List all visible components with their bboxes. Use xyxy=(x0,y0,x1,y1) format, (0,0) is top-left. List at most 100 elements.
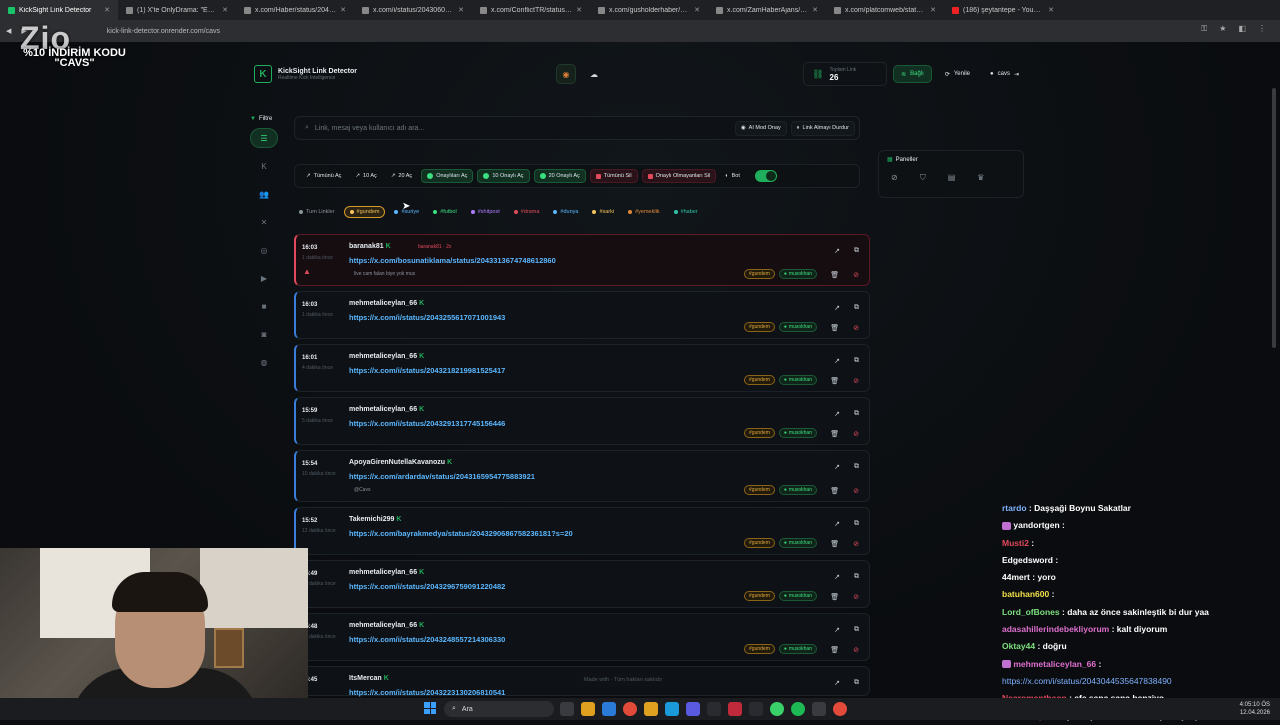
refresh-button[interactable]: ⟳ Yenile xyxy=(938,65,977,83)
edge-icon[interactable] xyxy=(602,702,616,716)
ban-icon[interactable]: ⊘ xyxy=(853,377,859,385)
card-username[interactable]: Takemichi299 K xyxy=(349,516,401,523)
open-20-button[interactable]: ↗ 20 Aç xyxy=(386,169,417,183)
browser-tab[interactable]: x.com/Haber/status/2043222... ✕ xyxy=(236,0,354,20)
card-username[interactable]: mehmetaliceylan_66 K xyxy=(349,406,424,413)
tag-filter[interactable]: Tum Linkler xyxy=(294,206,340,218)
chat-username[interactable]: Musti2 xyxy=(1002,538,1029,548)
card-link[interactable]: https://x.com/i/status/20432967590912204… xyxy=(349,582,505,591)
kick-icon[interactable] xyxy=(770,702,784,716)
archive-icon[interactable]: ▤ xyxy=(948,173,956,183)
theme-button[interactable]: ☁ xyxy=(584,64,604,84)
stop-links-button[interactable]: ⏸ Link Almayı Durdur xyxy=(790,120,855,136)
close-tab-icon[interactable]: ✕ xyxy=(930,6,936,14)
trash-icon[interactable]: 🗑 xyxy=(830,324,839,332)
chat-username[interactable]: Oktay44 xyxy=(1002,641,1035,651)
card-username[interactable]: ApoyaGirenNutellaKavanozu K xyxy=(349,459,452,466)
card-username[interactable]: ItsMercan K xyxy=(349,675,389,682)
open-external-icon[interactable]: ↗ xyxy=(834,304,840,312)
tag-filter[interactable]: #futbol xyxy=(428,206,462,218)
tag-filter[interactable]: #shitpost xyxy=(466,206,505,218)
bot-toggle[interactable] xyxy=(754,170,777,182)
card-link[interactable]: https://x.com/i/status/20432556170710019… xyxy=(349,313,505,322)
card-link[interactable]: https://x.com/i/status/20432182199815254… xyxy=(349,366,505,375)
close-tab-icon[interactable]: ✕ xyxy=(812,6,818,14)
copy-icon[interactable]: ⧉ xyxy=(854,573,859,581)
card-username[interactable]: mehmetaliceylan_66 K xyxy=(349,622,424,629)
open-10-button[interactable]: ↗ 10 Aç xyxy=(350,169,381,183)
app-icon[interactable] xyxy=(665,702,679,716)
windows-start-icon[interactable] xyxy=(424,702,436,714)
trash-icon[interactable]: 🗑 xyxy=(830,646,839,654)
ban-icon[interactable]: ⊘ xyxy=(853,593,859,601)
trash-icon[interactable]: 🗑 xyxy=(830,593,839,601)
card-link[interactable]: https://x.com/bosunatiklama/status/20433… xyxy=(349,256,556,265)
video-icon[interactable]: ■ xyxy=(250,296,278,316)
chrome-icon[interactable] xyxy=(623,702,637,716)
close-tab-icon[interactable]: ✕ xyxy=(1048,6,1054,14)
list-icon[interactable]: ☰ xyxy=(250,128,278,148)
youtube-icon[interactable]: ▶ xyxy=(250,268,278,288)
card-username[interactable]: mehmetaliceylan_66 K xyxy=(349,353,424,360)
steam-icon[interactable] xyxy=(707,702,721,716)
back-icon[interactable]: ◀ xyxy=(6,27,11,35)
browser-tab[interactable]: x.com/i/status/204306027813... ✕ xyxy=(354,0,472,20)
card-username[interactable]: mehmetaliceylan_66 K xyxy=(349,569,424,576)
copy-icon[interactable]: ⧉ xyxy=(854,410,859,418)
copy-icon[interactable]: ⧉ xyxy=(854,304,859,312)
ban-icon[interactable]: ⊘ xyxy=(853,324,859,332)
browser-tab[interactable]: (186) şeytantepe - YouTube ✕ xyxy=(944,0,1062,20)
block-icon[interactable]: ⊘ xyxy=(891,173,898,183)
trash-icon[interactable]: 🗑 xyxy=(830,487,839,495)
copy-icon[interactable]: ⧉ xyxy=(854,520,859,528)
trash-icon[interactable]: 🗑 xyxy=(830,271,839,279)
avatar-button[interactable]: ◉ xyxy=(556,64,576,84)
open-external-icon[interactable]: ↗ xyxy=(834,679,840,687)
app-icon[interactable] xyxy=(812,702,826,716)
card-link[interactable]: https://x.com/i/status/20432485572143063… xyxy=(349,635,505,644)
ban-icon[interactable]: ⊘ xyxy=(853,487,859,495)
copy-icon[interactable]: ⧉ xyxy=(854,463,859,471)
open-external-icon[interactable]: ↗ xyxy=(834,410,840,418)
copy-icon[interactable]: ⧉ xyxy=(854,626,859,634)
tag-filter[interactable]: #gundem xyxy=(343,206,386,218)
browser-tab[interactable]: KickSight Link Detector ✕ xyxy=(0,0,118,20)
ban-icon[interactable]: ⊘ xyxy=(853,540,859,548)
taskbar-clock[interactable]: 4:05:10 ÖS 12.04.2026 xyxy=(1240,701,1270,717)
chrome-icon[interactable] xyxy=(833,702,847,716)
chat-username[interactable]: adasahillerindebekliyorum xyxy=(1002,624,1109,634)
copy-icon[interactable]: ⧉ xyxy=(854,679,859,687)
card-link[interactable]: https://x.com/i/status/20432913177451564… xyxy=(349,419,505,428)
kick-icon[interactable]: K xyxy=(250,156,278,176)
delete-all-button[interactable]: Tümünü Sil xyxy=(589,169,638,183)
delete-unapproved-button[interactable]: Onaylı Olmayanları Sil xyxy=(641,169,717,183)
users-icon[interactable]: 👥 xyxy=(250,184,278,204)
card-username[interactable]: mehmetaliceylan_66 K xyxy=(349,300,424,307)
search-bar[interactable]: ⌕ Link, mesaj veya kullanıcı adı ara... … xyxy=(294,116,860,140)
browser-tab[interactable]: (1) X'te OnlyDrama: "Ebo'ya k... ✕ xyxy=(118,0,236,20)
open-all-button[interactable]: ↗ Tümünü Aç xyxy=(301,169,346,183)
extensions-icon[interactable]: ◧ xyxy=(1238,24,1246,34)
camera-icon[interactable]: ◙ xyxy=(250,324,278,344)
obs-icon[interactable] xyxy=(749,702,763,716)
trash-icon[interactable]: 🗑 xyxy=(830,377,839,385)
browser-tab[interactable]: x.com/gusholderhaber/status/... ✕ xyxy=(590,0,708,20)
page-scrollbar[interactable] xyxy=(1272,88,1276,348)
browser-tab[interactable]: x.com/ConflictTR/status/2043... ✕ xyxy=(472,0,590,20)
tag-filter[interactable]: #yemeklik xyxy=(623,206,664,218)
discord-icon[interactable] xyxy=(686,702,700,716)
explorer-icon[interactable] xyxy=(581,702,595,716)
close-tab-icon[interactable]: ✕ xyxy=(694,6,700,14)
chat-username[interactable]: mehmetaliceylan_66 xyxy=(1013,659,1096,669)
chat-username[interactable]: Lord_ofBones xyxy=(1002,607,1060,617)
close-tab-icon[interactable]: ✕ xyxy=(222,6,228,14)
ban-icon[interactable]: ⊘ xyxy=(853,646,859,654)
task-view-icon[interactable] xyxy=(560,702,574,716)
open-10-approved-button[interactable]: 10 Onaylı Aç xyxy=(477,169,530,183)
trophy-icon[interactable]: ♛ xyxy=(977,173,984,183)
open-approved-button[interactable]: Onaylıları Aç xyxy=(421,169,474,183)
open-external-icon[interactable]: ↗ xyxy=(834,573,840,581)
chat-username[interactable]: Edgedsword xyxy=(1002,555,1053,565)
globe-icon[interactable]: ◍ xyxy=(250,352,278,372)
logout-icon[interactable]: ⇥ xyxy=(1014,71,1019,78)
